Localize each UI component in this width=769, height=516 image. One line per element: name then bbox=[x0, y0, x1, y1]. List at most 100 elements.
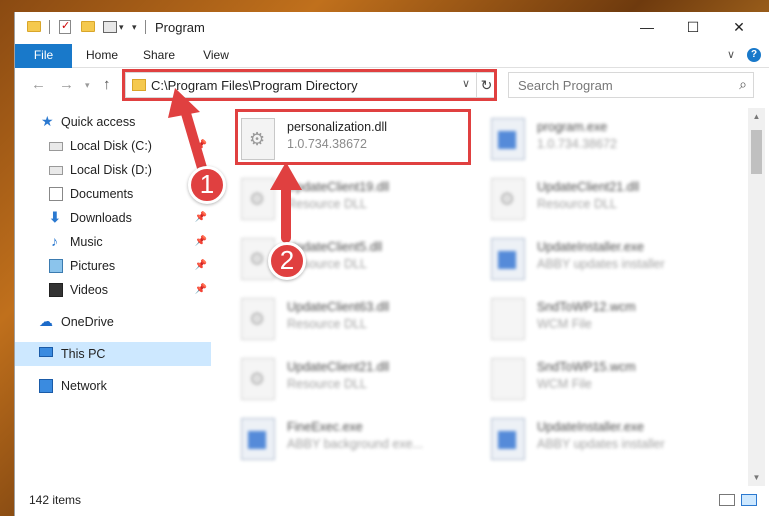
file-name: UpdateClient19.dll bbox=[287, 180, 390, 194]
drive-icon bbox=[49, 142, 63, 151]
file-item[interactable]: program.exe 1.0.734.38672 bbox=[485, 112, 735, 168]
pc-icon bbox=[39, 347, 53, 357]
pin-icon[interactable]: 📌 bbox=[195, 212, 207, 223]
new-folder-icon[interactable] bbox=[81, 21, 95, 32]
sidebar-item-label: Local Disk (D:) bbox=[70, 163, 152, 177]
file-item[interactable]: UpdateClient19.dll Resource DLL bbox=[235, 172, 485, 228]
search-box[interactable]: Search Program ⌕ bbox=[508, 72, 754, 98]
back-arrow-icon[interactable]: ← bbox=[31, 76, 46, 93]
tab-file[interactable]: File bbox=[15, 44, 72, 68]
file-description: Resource DLL bbox=[287, 317, 367, 331]
file-name: UpdateClient63.dll bbox=[287, 300, 390, 314]
sidebar-item-label: Videos bbox=[70, 283, 108, 297]
file-item[interactable]: UpdateClient21.dll Resource DLL bbox=[485, 172, 735, 228]
sidebar-item-local-disk-c[interactable]: Local Disk (C:) 📌 bbox=[15, 134, 211, 158]
pin-icon[interactable]: 📌 bbox=[195, 140, 207, 151]
documents-icon bbox=[49, 187, 63, 201]
file-description: WCM File bbox=[537, 317, 592, 331]
file-highlight-box bbox=[235, 109, 471, 165]
ribbon-tabs: File Home Share View ∨ ? bbox=[15, 44, 769, 68]
wcm-icon bbox=[491, 298, 525, 340]
sidebar-item-network[interactable]: Network bbox=[15, 374, 211, 398]
toolbar-divider bbox=[145, 20, 146, 34]
recent-locations-icon[interactable]: ▾ bbox=[85, 80, 90, 91]
file-name: SndToWP15.wcm bbox=[537, 360, 636, 374]
vertical-scrollbar[interactable]: ▲ ▼ bbox=[748, 108, 765, 486]
search-icon[interactable]: ⌕ bbox=[739, 76, 747, 93]
step-2-badge: 2 bbox=[268, 242, 306, 280]
expand-ribbon-icon[interactable]: ∨ bbox=[727, 48, 735, 61]
search-input[interactable]: Search Program bbox=[518, 78, 613, 93]
file-description: ABBY updates installer bbox=[537, 257, 665, 271]
sidebar-item-local-disk-d[interactable]: Local Disk (D:) bbox=[15, 158, 211, 182]
sidebar-item-quick-access[interactable]: ★ Quick access bbox=[15, 110, 211, 134]
file-description: WCM File bbox=[537, 377, 592, 391]
file-item[interactable]: UpdateClient21.dll Resource DLL bbox=[235, 352, 485, 408]
minimize-button[interactable]: — bbox=[624, 12, 670, 42]
scroll-up-icon[interactable]: ▲ bbox=[748, 108, 765, 125]
tab-home[interactable]: Home bbox=[77, 44, 127, 68]
tab-view[interactable]: View bbox=[193, 44, 239, 68]
dll-gear-icon bbox=[241, 178, 275, 220]
help-icon[interactable]: ? bbox=[747, 48, 761, 62]
file-name: UpdateInstaller.exe bbox=[537, 240, 645, 254]
sidebar-item-music[interactable]: ♪ Music 📌 bbox=[15, 230, 211, 254]
file-item[interactable]: SndToWP12.wcm WCM File bbox=[485, 292, 735, 348]
window-title: Program bbox=[155, 20, 205, 35]
file-description: Resource DLL bbox=[537, 197, 617, 211]
network-icon bbox=[39, 379, 53, 393]
sidebar-item-label: Documents bbox=[70, 187, 134, 201]
customize-toolbar-icon[interactable] bbox=[103, 21, 117, 33]
sidebar-item-videos[interactable]: Videos 📌 bbox=[15, 278, 211, 302]
sidebar-item-label: Downloads bbox=[70, 211, 132, 225]
close-button[interactable]: ✕ bbox=[716, 12, 762, 42]
file-description: Resource DLL bbox=[287, 197, 367, 211]
file-name: UpdateClient21.dll bbox=[287, 360, 390, 374]
up-arrow-icon[interactable]: ↑ bbox=[103, 76, 111, 93]
pictures-icon bbox=[49, 259, 63, 273]
file-name: UpdateInstaller.exe bbox=[537, 420, 645, 434]
properties-check-icon[interactable] bbox=[59, 19, 71, 34]
file-item[interactable]: UpdateClient63.dll Resource DLL bbox=[235, 292, 485, 348]
pin-icon[interactable]: 📌 bbox=[195, 236, 207, 247]
toolbar-dropdown-icon[interactable]: ▾ bbox=[119, 22, 124, 38]
file-description: Resource DLL bbox=[287, 377, 367, 391]
file-item[interactable]: UpdateInstaller.exe ABBY updates install… bbox=[485, 412, 735, 468]
scroll-down-icon[interactable]: ▼ bbox=[748, 469, 765, 486]
file-description: ABBY background exe... bbox=[287, 437, 423, 451]
step-1-badge: 1 bbox=[188, 166, 226, 204]
dll-gear-icon bbox=[241, 298, 275, 340]
sidebar-item-label: OneDrive bbox=[61, 315, 114, 329]
pin-icon[interactable]: 📌 bbox=[195, 284, 207, 295]
navigation-pane: ★ Quick access Local Disk (C:) 📌 Local D… bbox=[15, 108, 211, 486]
toolbar-divider bbox=[49, 20, 50, 34]
address-highlight-box bbox=[122, 69, 497, 101]
tab-share[interactable]: Share bbox=[133, 44, 185, 68]
sidebar-item-label: Network bbox=[61, 379, 107, 393]
dll-gear-icon bbox=[491, 178, 525, 220]
star-icon: ★ bbox=[41, 113, 54, 129]
title-bar: ▾ ▾ Program — ☐ ✕ bbox=[15, 12, 769, 44]
sidebar-item-documents[interactable]: Documents 📌 bbox=[15, 182, 211, 206]
forward-arrow-icon[interactable]: → bbox=[59, 76, 74, 93]
details-view-icon[interactable] bbox=[719, 494, 735, 506]
sidebar-item-pictures[interactable]: Pictures 📌 bbox=[15, 254, 211, 278]
sidebar-item-this-pc[interactable]: This PC bbox=[15, 342, 211, 366]
drive-icon bbox=[49, 166, 63, 175]
scroll-thumb[interactable] bbox=[751, 130, 762, 174]
file-item[interactable]: UpdateInstaller.exe ABBY updates install… bbox=[485, 232, 735, 288]
file-item[interactable]: FineExec.exe ABBY background exe... bbox=[235, 412, 485, 468]
wcm-icon bbox=[491, 358, 525, 400]
sidebar-item-label: Music bbox=[70, 235, 103, 249]
sidebar-item-downloads[interactable]: ⬇ Downloads 📌 bbox=[15, 206, 211, 230]
large-icons-view-icon[interactable] bbox=[741, 494, 757, 506]
file-name: UpdateClient21.dll bbox=[537, 180, 640, 194]
file-item[interactable]: SndToWP15.wcm WCM File bbox=[485, 352, 735, 408]
sidebar-item-onedrive[interactable]: ☁ OneDrive bbox=[15, 310, 211, 334]
status-bar: 142 items bbox=[15, 486, 769, 516]
maximize-button[interactable]: ☐ bbox=[670, 12, 716, 42]
quick-access-dropdown-icon[interactable]: ▾ bbox=[132, 22, 137, 38]
pin-icon[interactable]: 📌 bbox=[195, 260, 207, 271]
file-name: program.exe bbox=[537, 120, 608, 134]
sidebar-item-label: Quick access bbox=[61, 115, 136, 129]
